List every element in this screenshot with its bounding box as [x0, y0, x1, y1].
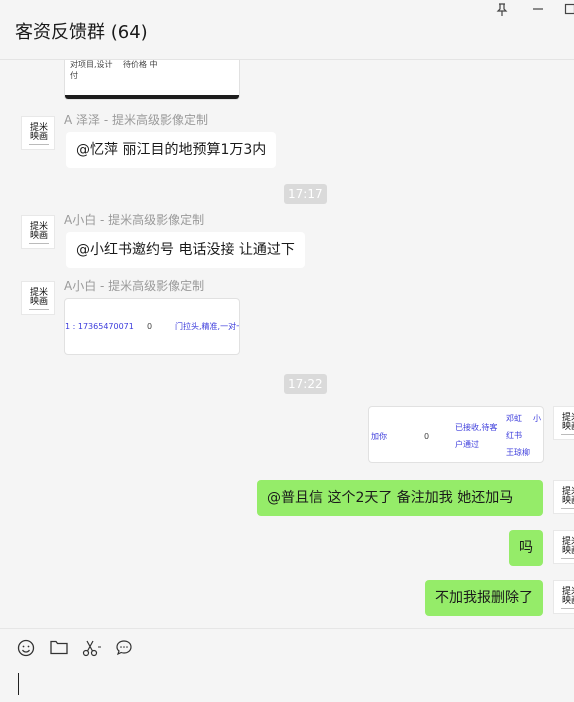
- card-text: 邓虹: [506, 414, 522, 423]
- card-text: 红书: [506, 431, 522, 440]
- card-text: 0: [147, 322, 153, 331]
- avatar[interactable]: 提米 映画: [553, 480, 574, 514]
- timestamp: 17:17: [284, 184, 327, 204]
- card-text: 1 : 17365470071: [65, 322, 134, 331]
- card-text: 0: [424, 432, 430, 441]
- image-card[interactable]: 对项目,设计 付 待价格 中: [64, 60, 240, 100]
- card-text: 加你: [371, 432, 387, 441]
- minimize-icon[interactable]: [528, 3, 548, 19]
- card-text: 待价格 中: [123, 60, 158, 69]
- avatar-logo-line: [561, 558, 574, 559]
- card-text: 小: [533, 414, 541, 423]
- card-divider: [65, 95, 239, 99]
- sender-name: A小白 - 提米高级影像定制: [64, 213, 205, 227]
- chat-title: 客资反馈群 (64): [15, 22, 148, 43]
- timestamp: 17:22: [284, 374, 327, 394]
- card-text: 户通过: [455, 440, 479, 449]
- sender-name: A小白 - 提米高级影像定制: [64, 279, 205, 293]
- message-bubble[interactable]: @小红书邀约号 电话没接 让通过下: [66, 232, 305, 268]
- scissors-icon[interactable]: [81, 639, 103, 661]
- folder-icon[interactable]: [48, 639, 70, 661]
- avatar-logo-text: 映画: [30, 132, 49, 142]
- emoji-icon[interactable]: [15, 639, 37, 661]
- avatar-logo-line: [29, 243, 49, 244]
- avatar-logo-line: [561, 608, 574, 609]
- card-text: 对项目,设计: [70, 60, 113, 69]
- title-bar: 客资反馈群 (64): [0, 0, 574, 60]
- avatar-logo-line: [29, 144, 49, 145]
- card-text: 门拉头,精准,一对一: [175, 322, 240, 331]
- avatar-logo-text: 映画: [30, 297, 49, 307]
- avatar[interactable]: 提米 映画: [553, 580, 574, 614]
- chat-bubble-icon[interactable]: [113, 639, 135, 661]
- avatar-logo-text: 映画: [562, 596, 574, 606]
- pin-icon[interactable]: [492, 3, 512, 19]
- avatar-logo-text: 映画: [30, 231, 49, 241]
- card-text: 已接收,待客: [455, 423, 498, 432]
- maximize-icon[interactable]: [560, 3, 574, 19]
- avatar[interactable]: 提米 映画: [21, 215, 55, 249]
- avatar[interactable]: 提米 映画: [21, 116, 55, 150]
- avatar-logo-line: [29, 309, 49, 310]
- message-bubble[interactable]: @忆萍 丽江目的地预算1万3内: [66, 132, 277, 168]
- avatar[interactable]: 提米 映画: [553, 406, 574, 440]
- image-card[interactable]: 加你 0 已接收,待客 户通过 邓虹 红书 王琼柳 小: [368, 406, 544, 463]
- avatar-logo-text: 映画: [562, 422, 574, 432]
- image-card[interactable]: 1 : 17365470071 0 门拉头,精准,一对一: [64, 298, 240, 355]
- avatar-logo-line: [561, 508, 574, 509]
- avatar-logo-text: 映画: [562, 546, 574, 556]
- avatar-logo-line: [561, 434, 574, 435]
- avatar-logo-text: 映画: [562, 496, 574, 506]
- sender-name: A 泽泽 - 提米高级影像定制: [64, 113, 208, 127]
- card-text: 付: [70, 71, 78, 80]
- avatar[interactable]: 提米 映画: [21, 281, 55, 315]
- avatar[interactable]: 提米 映画: [553, 530, 574, 564]
- text-cursor: [18, 673, 19, 695]
- chat-history[interactable]: 对项目,设计 付 待价格 中 提米 映画 A 泽泽 - 提米高级影像定制 @忆萍…: [0, 60, 574, 628]
- message-bubble[interactable]: @普且信 这个2天了 备注加我 她还加马: [257, 480, 543, 516]
- message-input-area[interactable]: [0, 628, 574, 702]
- message-bubble[interactable]: 不加我报删除了: [425, 580, 543, 616]
- card-text: 王琼柳: [506, 448, 530, 457]
- message-bubble[interactable]: 吗: [509, 530, 543, 566]
